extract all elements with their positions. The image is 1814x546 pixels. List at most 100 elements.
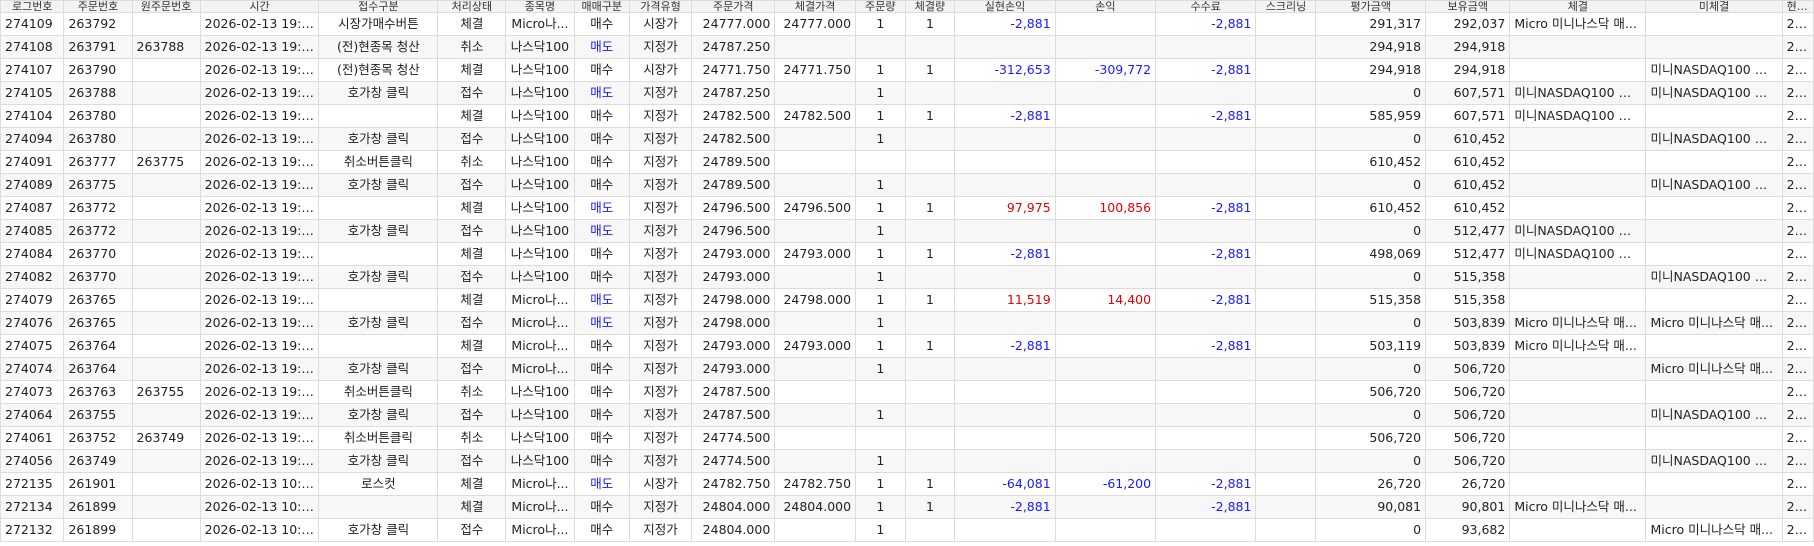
table-cell: 272135: [0, 472, 65, 496]
table-row[interactable]: 274104 263780 2026-02-13 19:31... 체결 나스닥100 매…: [0, 104, 1814, 128]
column-header[interactable]: 주문번호: [63, 0, 133, 13]
table-row[interactable]: 274073 263763 263755 2026-02-13 19:23... 취소버…: [0, 380, 1814, 404]
column-header[interactable]: 체결: [1509, 0, 1647, 13]
column-header[interactable]: 종목명: [505, 0, 575, 13]
table-cell: 610,452: [1425, 127, 1511, 151]
column-header[interactable]: 현재가: [1781, 0, 1814, 13]
column-header[interactable]: 체결량: [904, 0, 956, 13]
table-row[interactable]: 274075 263764 2026-02-13 19:24... 체결 Micro나.…: [0, 334, 1814, 358]
table-row[interactable]: 274061 263752 263749 2026-02-13 19:20... 취소버…: [0, 426, 1814, 450]
column-header[interactable]: 접수구분: [318, 0, 439, 13]
table-row[interactable]: 274076 263765 2026-02-13 19:24... 호가창 클릭 접수 M…: [0, 311, 1814, 335]
table-cell: [855, 380, 906, 404]
table-cell: [1054, 104, 1157, 128]
table-row[interactable]: 274094 263780 2026-02-13 19:28... 호가창 클릭 접수 나…: [0, 127, 1814, 151]
table-cell: -2,881: [1155, 242, 1257, 266]
table-row[interactable]: 274085 263772 2026-02-13 19:27... 호가창 클릭 접수 나…: [0, 219, 1814, 243]
table-cell: 24798: [1781, 288, 1814, 312]
table-row[interactable]: 274107 263790 2026-02-13 19:33... (전)현종목 청산…: [0, 58, 1814, 82]
table-row[interactable]: 274064 263755 2026-02-13 19:20... 호가창 클릭 접수 나…: [0, 403, 1814, 427]
table-cell: 지정가: [628, 288, 693, 312]
table-row[interactable]: 274109 263792 2026-02-13 19:34... 시장가매수버튼 체결…: [0, 12, 1814, 36]
table-cell: [1509, 380, 1647, 404]
table-cell: -61,200: [1054, 472, 1157, 496]
table-cell: [1155, 35, 1257, 59]
column-header[interactable]: 원주문번호: [131, 0, 201, 13]
table-cell: 263749: [131, 426, 201, 450]
table-row[interactable]: 274056 263749 2026-02-13 19:17... 호가창 클릭 접수 나…: [0, 449, 1814, 473]
table-cell: 매수: [573, 104, 630, 128]
table-cell: [1509, 449, 1647, 473]
column-header[interactable]: 가격유형: [628, 0, 693, 13]
table-cell: 24782.500: [774, 104, 857, 128]
table-cell: 취소버튼클릭: [318, 426, 439, 450]
column-header[interactable]: 미체결: [1645, 0, 1783, 13]
table-cell: 261901: [63, 472, 133, 496]
table-cell: 매도: [573, 311, 630, 335]
table-cell: 24793.000: [691, 357, 776, 381]
table-cell: (전)현종목 청산: [318, 58, 439, 82]
table-cell: 시장가: [628, 58, 693, 82]
column-header[interactable]: 수수료: [1155, 0, 1257, 13]
table-cell: 24789.500: [691, 150, 776, 174]
table-cell: 90,801: [1425, 495, 1511, 519]
table-cell: [131, 196, 201, 220]
table-cell: [1509, 403, 1647, 427]
table-row[interactable]: 274082 263770 2026-02-13 19:27... 호가창 클릭 접수 나…: [0, 265, 1814, 289]
column-header[interactable]: 평가금액: [1315, 0, 1427, 13]
table-cell: [774, 35, 857, 59]
table-cell: 1: [855, 449, 906, 473]
table-cell: 294,918: [1425, 58, 1511, 82]
table-cell: [131, 242, 201, 266]
table-row[interactable]: 274105 263788 2026-02-13 19:31... 호가창 클릭 접수 나…: [0, 81, 1814, 105]
table-row[interactable]: 274089 263775 2026-02-13 19:28... 호가창 클릭 접수 나…: [0, 173, 1814, 197]
column-header[interactable]: 처리상태: [437, 0, 507, 13]
table-cell: 263755: [131, 380, 201, 404]
table-row[interactable]: 274079 263765 2026-02-13 19:25... 체결 Micro나.…: [0, 288, 1814, 312]
table-cell: 나스닥100: [505, 127, 575, 151]
table-cell: 1: [855, 334, 906, 358]
column-header[interactable]: 주문가격: [691, 0, 776, 13]
table-cell: [1054, 150, 1157, 174]
table-cell: 나스닥100: [505, 81, 575, 105]
column-header[interactable]: 시간: [199, 0, 320, 13]
table-row[interactable]: 274108 263791 263788 2026-02-13 19:33... (전)…: [0, 35, 1814, 59]
column-header[interactable]: 주문량: [855, 0, 906, 13]
table-cell: [1255, 127, 1317, 151]
table-cell: 24804.000: [774, 495, 857, 519]
table-cell: [1054, 449, 1157, 473]
table-cell: 24787.250: [691, 35, 776, 59]
table-cell: 263765: [63, 288, 133, 312]
table-cell: 접수: [437, 173, 507, 197]
table-row[interactable]: 274087 263772 2026-02-13 19:27... 체결 나스닥100 매…: [0, 196, 1814, 220]
table-row[interactable]: 274084 263770 2026-02-13 19:27... 체결 나스닥100 매…: [0, 242, 1814, 266]
table-cell: 지정가: [628, 104, 693, 128]
table-cell: 0: [1315, 127, 1427, 151]
table-row[interactable]: 272135 261901 2026-02-13 10:23... 로스컷 체결 Micr…: [0, 472, 1814, 496]
table-row[interactable]: 272132 261899 2026-02-13 10:22... 호가창 클릭 접수 M…: [0, 518, 1814, 542]
table-cell: [1155, 173, 1257, 197]
table-cell: -2,881: [1155, 334, 1257, 358]
table-row[interactable]: 274074 263764 2026-02-13 19:24... 호가창 클릭 접수 M…: [0, 357, 1814, 381]
table-cell: [774, 127, 857, 151]
table-cell: Micro나...: [505, 495, 575, 519]
column-header[interactable]: 스크리닝: [1255, 0, 1317, 13]
table-cell: -2,881: [954, 104, 1056, 128]
column-header[interactable]: 로그번호: [0, 0, 65, 13]
table-cell: 263790: [63, 58, 133, 82]
column-header[interactable]: 체결가격: [774, 0, 857, 13]
table-cell: 263791: [63, 35, 133, 59]
column-header[interactable]: 실현손익: [954, 0, 1056, 13]
column-header[interactable]: 매매구분: [573, 0, 630, 13]
table-cell: [1054, 518, 1157, 542]
table-cell: 2026-02-13 10:23...: [199, 472, 320, 496]
table-cell: [1645, 288, 1783, 312]
column-header[interactable]: 손익: [1054, 0, 1157, 13]
table-cell: 1: [904, 288, 956, 312]
table-cell: 1: [855, 288, 906, 312]
table-cell: 매수: [573, 380, 630, 404]
table-cell: 매수: [573, 426, 630, 450]
table-row[interactable]: 274091 263777 263775 2026-02-13 19:28... 취소버…: [0, 150, 1814, 174]
table-row[interactable]: 272134 261899 2026-02-13 10:23... 체결 Micro나.…: [0, 495, 1814, 519]
column-header[interactable]: 보유금액: [1425, 0, 1511, 13]
